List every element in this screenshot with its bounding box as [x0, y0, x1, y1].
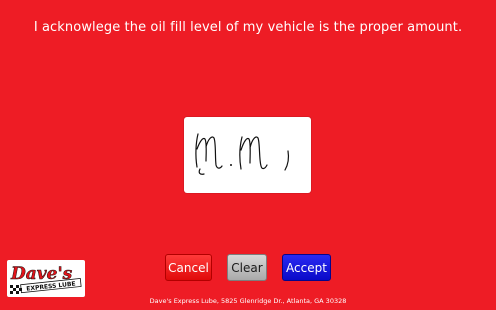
- signature-drawing: [195, 133, 290, 175]
- cancel-button[interactable]: Cancel: [165, 254, 212, 281]
- footer-address: Dave's Express Lube, 5825 Glenridge Dr.,…: [149, 297, 347, 305]
- daves-express-lube-logo: Dave's EXPRESS LUBE: [7, 260, 85, 297]
- clear-button[interactable]: Clear: [227, 254, 267, 281]
- signature-pad[interactable]: [184, 117, 311, 193]
- accept-button[interactable]: Accept: [282, 254, 331, 281]
- acknowledgement-text: I acknowlege the oil fill level of my ve…: [33, 20, 463, 35]
